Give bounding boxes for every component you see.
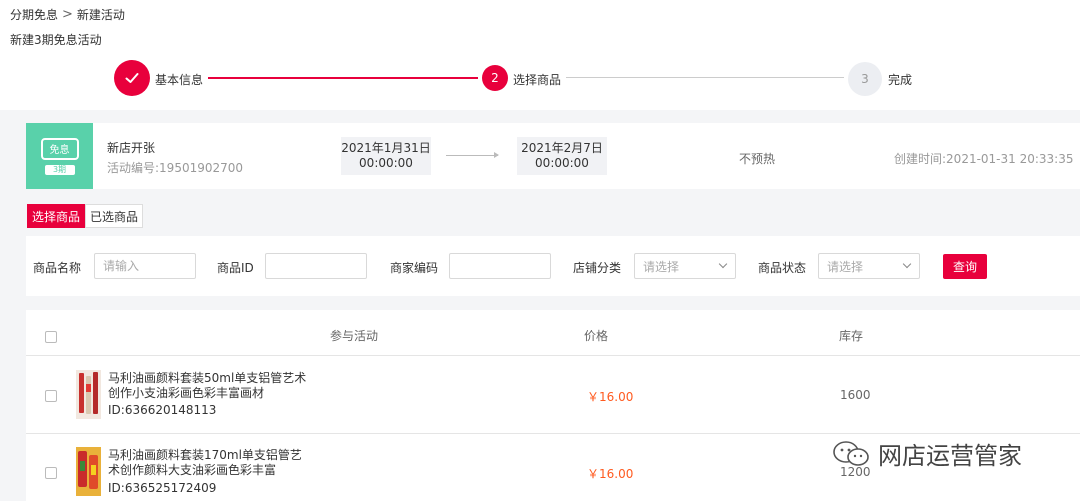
query-button[interactable]: 查询 — [943, 254, 987, 279]
product-id: ID:636620148113 — [108, 403, 217, 417]
breadcrumb-current: 新建活动 — [76, 8, 125, 22]
product-id: ID:636525172409 — [108, 481, 217, 495]
step-connector-done — [208, 77, 478, 79]
product-price: ￥16.00 — [587, 390, 634, 404]
table-row: 马利油画颜料套装50ml单支铝管艺术创作小支油彩画色彩丰富画材 ID:63662… — [26, 357, 1080, 434]
activity-summary-card: 免息 3期 新店开张 活动编号:19501902700 2021年1月31日 0… — [26, 123, 1080, 189]
goods-status-value: 请选择 — [827, 259, 864, 274]
wechat-icon — [833, 440, 869, 466]
start-clock: 00:00:00 — [359, 156, 413, 170]
step-active-circle: 2 — [482, 65, 508, 91]
preheat-status: 不预热 — [739, 152, 776, 166]
product-thumbnail — [76, 370, 101, 419]
row-checkbox[interactable] — [45, 467, 57, 479]
step-connector-pending — [566, 77, 844, 78]
breadcrumb: 分期免息 > 新建活动 — [10, 6, 125, 23]
filter-bar: 商品名称 商品ID 商家编码 店铺分类 请选择 商品状态 请选择 查询 — [26, 236, 1080, 296]
merchant-code-label: 商家编码 — [390, 261, 439, 275]
tab-select-goods[interactable]: 选择商品 — [27, 204, 86, 228]
interest-free-ticket-icon: 免息 3期 — [26, 123, 93, 189]
shop-category-select[interactable]: 请选择 — [634, 253, 736, 279]
header-stock: 库存 — [839, 329, 864, 343]
step-label-complete: 完成 — [888, 73, 913, 87]
merchant-code-input[interactable] — [449, 253, 551, 279]
select-all-checkbox[interactable] — [45, 331, 57, 343]
header-activity: 参与活动 — [330, 329, 379, 343]
step-label-basic-info: 基本信息 — [155, 73, 204, 87]
goods-id-label: 商品ID — [217, 261, 254, 275]
check-icon — [125, 73, 139, 83]
header-area: 分期免息 > 新建活动 新建3期免息活动 基本信息 2 选择商品 3 完成 — [0, 0, 1080, 110]
goods-status-select[interactable]: 请选择 — [818, 253, 920, 279]
goods-table: 参与活动 价格 库存 马利油画颜料套装50ml单支铝管艺术创作小支油彩画色彩丰富… — [26, 310, 1080, 501]
end-clock: 00:00:00 — [535, 156, 589, 170]
ticket-label: 免息 — [40, 137, 79, 160]
activity-code: 活动编号:19501902700 — [107, 161, 244, 175]
ticket-tag: 3期 — [44, 164, 75, 175]
goods-id-input[interactable] — [265, 253, 367, 279]
end-time-box: 2021年2月7日 00:00:00 — [517, 137, 607, 175]
product-title[interactable]: 马利油画颜料套装50ml单支铝管艺术创作小支油彩画色彩丰富画材 — [108, 371, 308, 401]
chevron-right-icon: > — [62, 7, 73, 22]
table-header: 参与活动 价格 库存 — [26, 310, 1080, 356]
arrow-right-icon — [446, 152, 499, 158]
shop-category-value: 请选择 — [643, 259, 680, 274]
step-progress: 基本信息 2 选择商品 3 完成 — [0, 60, 1080, 96]
created-time: 创建时间:2021-01-31 20:33:35 — [894, 152, 1074, 166]
tab-selected-goods[interactable]: 已选商品 — [85, 204, 144, 228]
product-title[interactable]: 马利油画颜料套装170ml单支铝管艺术创作颜料大支油彩画色彩丰富 — [108, 448, 308, 478]
end-date: 2021年2月7日 — [521, 141, 603, 155]
page-title: 新建3期免息活动 — [10, 33, 102, 47]
watermark-text: 网店运营管家 — [878, 442, 1022, 470]
step-done-circle — [114, 60, 150, 96]
chevron-down-icon — [902, 259, 912, 269]
wechat-watermark: 网店运营管家 — [832, 436, 1022, 471]
start-time-box: 2021年1月31日 00:00:00 — [341, 137, 431, 175]
start-date: 2021年1月31日 — [341, 141, 431, 155]
goods-tabs: 选择商品 已选商品 — [27, 204, 144, 228]
goods-name-input[interactable] — [94, 253, 196, 279]
goods-name-label: 商品名称 — [33, 261, 82, 275]
goods-status-label: 商品状态 — [758, 261, 807, 275]
product-stock: 1600 — [840, 388, 871, 402]
chevron-down-icon — [718, 259, 728, 269]
row-checkbox[interactable] — [45, 390, 57, 402]
activity-name: 新店开张 — [107, 141, 156, 155]
step-pending-circle: 3 — [848, 62, 882, 96]
product-thumbnail — [76, 447, 101, 496]
header-price: 价格 — [584, 329, 609, 343]
product-price: ￥16.00 — [587, 467, 634, 481]
step-label-select-goods: 选择商品 — [513, 73, 562, 87]
shop-category-label: 店铺分类 — [573, 261, 622, 275]
breadcrumb-parent[interactable]: 分期免息 — [10, 6, 58, 23]
